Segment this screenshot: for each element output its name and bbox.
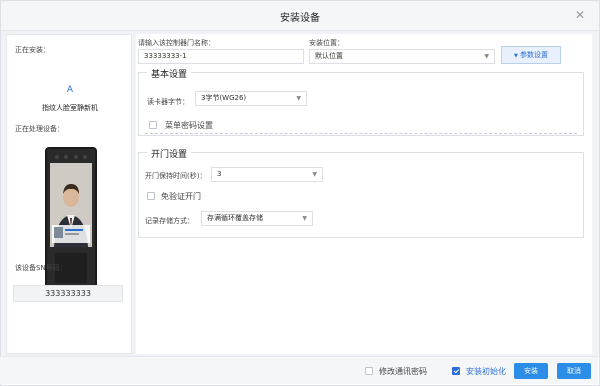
dialog-title: 安装设备 [280,13,320,24]
modify-password-label: 修改通讯密码 [379,367,427,376]
card-reader-value: 3字节(WG26) [201,94,247,102]
dialog-footer: 修改通讯密码 安装初始化 安装 取消 [0,356,598,384]
door-name-input[interactable]: 33333333-1 [138,49,304,64]
no-verify-checkbox[interactable] [147,192,155,200]
no-verify-label: 免验证开门 [161,192,201,201]
menu-password-label: 菜单密码设置 [165,121,213,130]
basic-settings-title: 基本设置 [147,67,192,80]
close-icon[interactable]: ✕ [575,8,585,22]
card-reader-label: 读卡器字节： [147,98,189,106]
device-screen [50,163,92,247]
card-reader-select[interactable]: 3字节(WG26) ▼ [195,91,307,106]
storage-label: 记录存储方式： [145,217,194,225]
chevron-down-icon: ▼ [513,53,518,59]
door-settings-title: 开门设置 [147,147,192,160]
cancel-button[interactable]: 取消 [557,363,591,379]
location-select[interactable]: 默认位置 ▼ [309,49,495,64]
device-letter-link[interactable]: A [7,85,133,95]
sn-value: 333333333 [13,285,123,302]
camera-strip [55,154,87,160]
param-settings-button[interactable]: ▼ 参数设置 [501,46,561,64]
storage-select[interactable]: 存满循环覆盖存储 ▼ [201,211,313,226]
processing-label: 正在处理设备： [15,125,64,133]
install-button[interactable]: 安装 [514,363,548,379]
door-settings-section: 开门设置 开门保持时间(秒)： 3 ▼ 免验证开门 记录存储方式： 存满循环覆盖… [138,147,584,238]
storage-value: 存满循环覆盖存储 [207,214,263,222]
chevron-down-icon: ▼ [484,53,489,60]
divider [145,133,577,134]
chevron-down-icon: ▼ [296,95,301,102]
hold-time-value: 3 [217,170,222,178]
location-label: 安装位置： [309,39,344,47]
chevron-down-icon: ▼ [302,215,307,222]
chevron-down-icon: ▼ [312,171,317,178]
location-select-value: 默认位置 [315,52,343,60]
init-checkbox[interactable] [452,367,460,375]
hold-time-select[interactable]: 3 ▼ [211,167,323,182]
basic-settings-section: 基本设置 读卡器字节： 3字节(WG26) ▼ 菜单密码设置 [138,67,584,136]
param-settings-label: 参数设置 [520,51,549,59]
person-portrait-icon [50,163,92,247]
modify-password-checkbox[interactable] [365,367,373,375]
installing-label: 正在安装： [15,46,50,54]
sn-label: 该设备SN号码： [15,264,67,272]
door-name-label: 请输入该控制器门名称： [138,39,215,47]
device-info-panel: 正在安装： A 指纹人脸室静新机 正在处理设备： 该设备SN号码： 333333… [6,34,132,354]
settings-panel: 请输入该控制器门名称： 33333333-1 安装位置： 默认位置 ▼ ▼ 参数… [136,34,592,354]
device-name: 指纹人脸室静新机 [42,104,98,112]
hold-time-label: 开门保持时间(秒)： [145,172,207,180]
dialog-titlebar: 安装设备 ✕ [1,1,599,31]
init-label: 安装初始化 [466,367,506,376]
menu-password-checkbox[interactable] [149,121,157,129]
